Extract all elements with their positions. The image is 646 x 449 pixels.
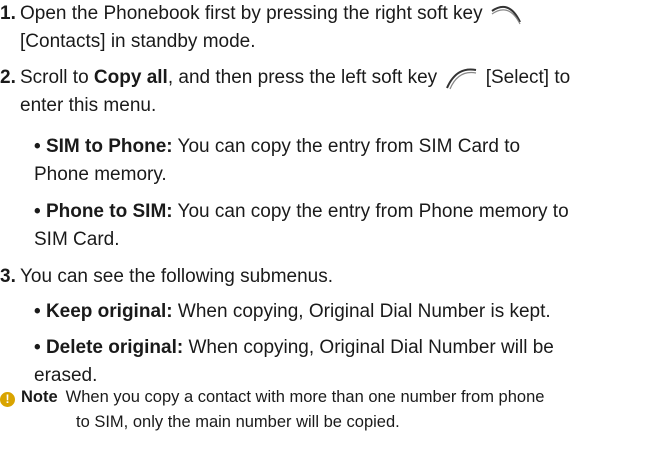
option-label: SIM to Phone: <box>45 136 173 157</box>
note-text: When you copy a contact with more than o… <box>65 388 545 406</box>
left-soft-key-icon <box>446 68 477 90</box>
submenu-label: Keep original: <box>45 301 173 322</box>
step-number: 1. <box>0 3 16 24</box>
bullet-dot: • <box>34 337 41 358</box>
step-text: [Select] to <box>485 67 571 88</box>
submenu-label: Delete original: <box>45 337 184 358</box>
step-number: 2. <box>0 67 16 88</box>
submenu-delete-original: • Delete original: When copying, Origina… <box>34 334 640 390</box>
step-text: , and then press the left soft key <box>167 67 438 88</box>
note-icon: ! <box>0 392 15 407</box>
note-text-cont: to SIM, only the main number will be cop… <box>76 413 400 431</box>
submenu-text: When copying, Original Dial Number will … <box>188 337 554 358</box>
step-2: 2. Scroll to Copy all, and then press the… <box>0 64 640 120</box>
bullet-dot: • <box>34 301 41 322</box>
option-text: You can copy the entry from Phone memory… <box>177 201 569 222</box>
step-text-cont: enter this menu. <box>20 95 157 116</box>
option-text-cont: Phone memory. <box>34 164 167 185</box>
option-text: You can copy the entry from SIM Card to <box>177 136 521 157</box>
submenu-keep-original: • Keep original: When copying, Original … <box>34 298 640 326</box>
option-text-cont: SIM Card. <box>34 229 120 250</box>
menu-name: Copy all <box>93 67 168 88</box>
bullet-dot: • <box>34 136 41 157</box>
option-sim-to-phone: • SIM to Phone: You can copy the entry f… <box>34 133 640 189</box>
step-1: 1. Open the Phonebook first by pressing t… <box>0 0 640 56</box>
submenu-text: When copying, Original Dial Number is ke… <box>177 301 551 322</box>
step-3: 3. You can see the following submenus. <box>0 263 640 291</box>
bullet-dot: • <box>34 201 41 222</box>
manual-page: 1. Open the Phonebook first by pressing t… <box>0 0 646 449</box>
note-box: ! Note When you copy a contact with more t… <box>0 385 640 435</box>
step-text: You can see the following submenus. <box>20 266 334 287</box>
note-label: Note <box>21 388 58 406</box>
option-phone-to-sim: • Phone to SIM: You can copy the entry f… <box>34 198 640 254</box>
step-number: 3. <box>0 266 16 287</box>
option-label: Phone to SIM: <box>45 201 173 222</box>
step-text: Scroll to <box>20 67 94 88</box>
right-soft-key-icon <box>491 5 521 25</box>
step-text: Open the Phonebook first by pressing the… <box>20 3 483 24</box>
step-text-cont: [Contacts] in standby mode. <box>20 31 256 52</box>
